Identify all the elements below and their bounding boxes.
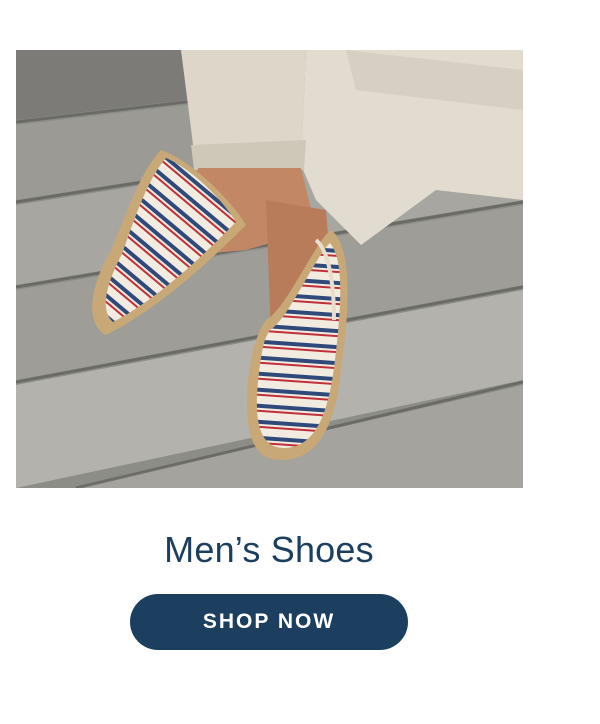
category-title: Men’s Shoes xyxy=(164,529,374,570)
product-photo-illustration xyxy=(16,50,523,488)
shop-now-button[interactable]: SHOP NOW xyxy=(130,594,408,650)
product-image[interactable] xyxy=(16,50,523,488)
